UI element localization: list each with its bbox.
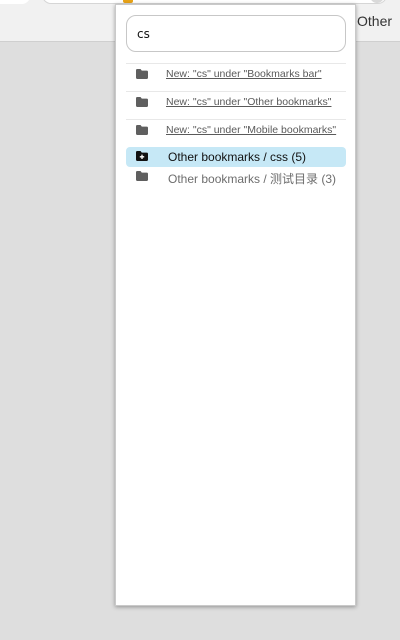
extension-icon[interactable] bbox=[123, 0, 133, 3]
folder-search-input[interactable] bbox=[126, 15, 346, 52]
folder-add-icon bbox=[136, 151, 148, 161]
bookmark-popup: New: "cs" under "Bookmarks bar" New: "cs… bbox=[115, 4, 356, 606]
new-folder-option-bookmarks-bar[interactable]: New: "cs" under "Bookmarks bar" bbox=[126, 63, 346, 91]
new-folder-option-label: New: "cs" under "Other bookmarks" bbox=[166, 96, 332, 108]
new-folder-option-label: New: "cs" under "Mobile bookmarks" bbox=[166, 124, 337, 136]
new-folder-option-mobile-bookmarks[interactable]: New: "cs" under "Mobile bookmarks" bbox=[126, 119, 346, 147]
browser-tab[interactable] bbox=[0, 0, 30, 4]
bookmark-star-icon[interactable] bbox=[370, 0, 384, 3]
folder-icon bbox=[136, 97, 148, 107]
folder-icon bbox=[136, 171, 148, 181]
folder-result-label: Other bookmarks / css (5) bbox=[168, 150, 307, 164]
new-folder-option-label: New: "cs" under "Bookmarks bar" bbox=[166, 68, 322, 80]
bookmarks-bar-item-other[interactable]: Other bbox=[357, 13, 392, 29]
folder-result-test-dir[interactable]: Other bookmarks / 测试目录 (3) bbox=[126, 167, 346, 187]
folder-icon bbox=[136, 125, 148, 135]
new-folder-option-other-bookmarks[interactable]: New: "cs" under "Other bookmarks" bbox=[126, 91, 346, 119]
folder-icon bbox=[136, 69, 148, 79]
folder-result-css[interactable]: Other bookmarks / css (5) bbox=[126, 147, 346, 167]
folder-result-label: Other bookmarks / 测试目录 (3) bbox=[168, 172, 337, 186]
